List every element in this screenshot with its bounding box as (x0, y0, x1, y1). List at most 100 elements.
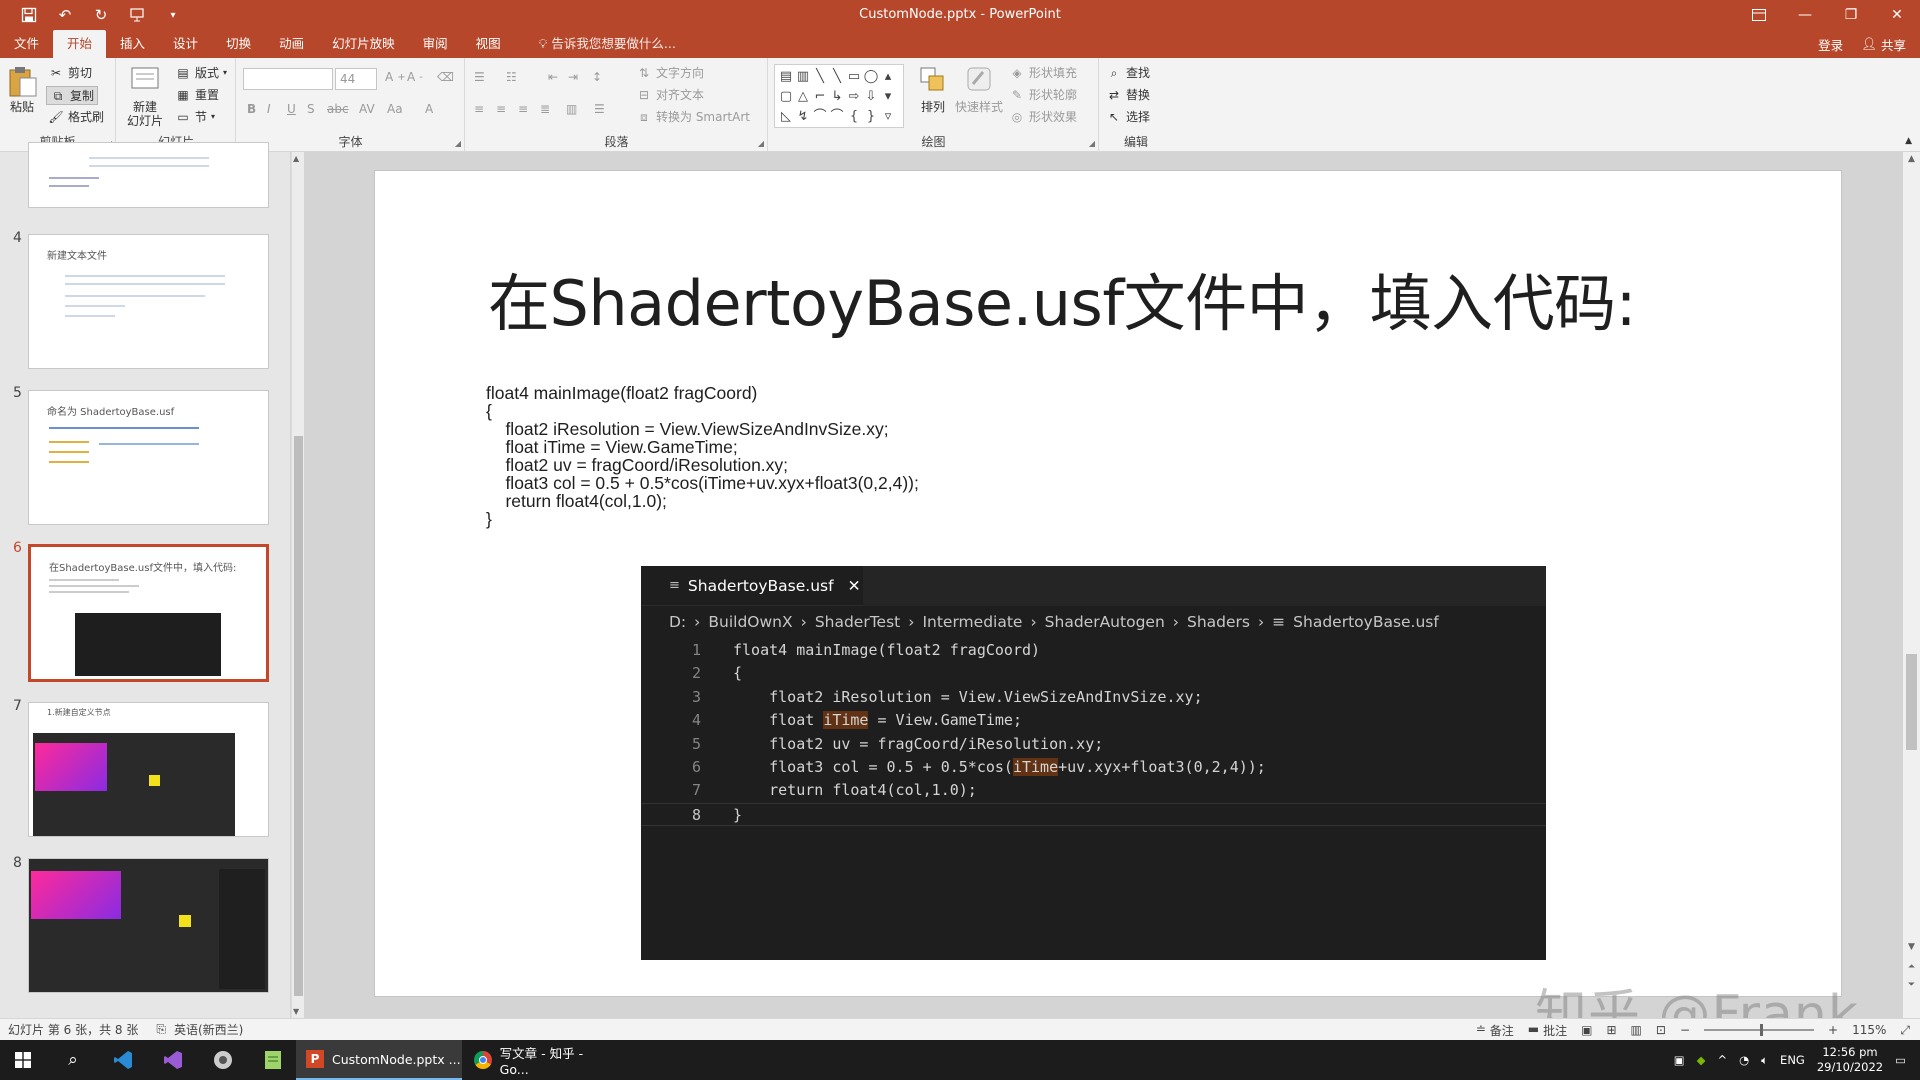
shrink-font-icon[interactable]: A- (407, 70, 423, 84)
line-icon[interactable]: ╲ (812, 67, 828, 87)
prev-slide-icon[interactable]: ⏶ (1903, 962, 1920, 972)
clear-format-icon[interactable]: ⌫ (437, 70, 454, 84)
slideshow-view-icon[interactable]: ⊡ (1656, 1023, 1666, 1037)
triangle-icon[interactable]: △ (795, 87, 811, 107)
zoom-slider[interactable] (1704, 1024, 1815, 1036)
align-left-icon[interactable]: ≡ (474, 102, 484, 116)
smartart-button[interactable]: ⧈ 转换为 SmartArt (636, 108, 750, 125)
volume-icon[interactable]: 🔈︎ (1761, 1053, 1768, 1068)
normal-view-icon[interactable]: ▣ (1581, 1023, 1592, 1037)
nvidia-icon[interactable]: ◆ (1697, 1053, 1706, 1067)
tab-design[interactable]: 设计 (159, 30, 212, 58)
dialog-launcher-icon[interactable]: ◢ (1089, 139, 1095, 148)
replace-button[interactable]: ⇄ 替换 (1106, 86, 1150, 103)
share-button[interactable]: 👤︎ 共享 (1861, 35, 1906, 54)
collapse-ribbon-icon[interactable]: ▲ (1905, 136, 1912, 146)
wifi-icon[interactable]: ◔ (1739, 1053, 1749, 1067)
clock[interactable]: 12:56 pm 29/10/2022 (1817, 1045, 1883, 1075)
columns2-icon[interactable]: ☰ (594, 102, 605, 116)
align-center-icon[interactable]: ≡ (496, 102, 506, 116)
tab-view[interactable]: 视图 (462, 30, 515, 58)
layout-button[interactable]: ▤ 版式 ▾ (175, 64, 227, 81)
brace-left-icon[interactable]: { (846, 107, 862, 127)
dialog-launcher-icon[interactable]: ◢ (758, 139, 764, 148)
slide-thumbnail-5[interactable]: 命名为 ShadertoyBase.usf (28, 390, 269, 525)
tray-app-icon[interactable]: ▣ (1674, 1053, 1685, 1067)
scroll-down-icon[interactable]: ▼ (1903, 942, 1920, 952)
bold-icon[interactable]: B (247, 102, 256, 116)
vtextbox-icon[interactable]: ▥ (795, 67, 811, 87)
notification-icon[interactable]: ▭ (1895, 1053, 1906, 1067)
slide-thumbnail-3[interactable] (28, 142, 269, 208)
reading-view-icon[interactable]: ▥ (1631, 1023, 1642, 1037)
shape-fill-button[interactable]: ◈ 形状填充 (1009, 64, 1077, 81)
slide-sorter-icon[interactable]: ⊞ (1606, 1023, 1616, 1037)
language-indicator[interactable]: 英语(新西兰) (174, 1021, 243, 1038)
shape-outline-button[interactable]: ✎ 形状轮廓 (1009, 86, 1077, 103)
fit-slide-icon[interactable]: ⤢ (1900, 1023, 1910, 1038)
shapes-gallery[interactable]: ▤ ▥ ╲ ╲ ▭ ◯ ▴ ▢ △ ⌐ ↳ ⇨ ⇩ ▾ ◺ ↯ ⌒ ⌒{} ▿ (774, 64, 904, 128)
tab-animations[interactable]: 动画 (265, 30, 318, 58)
strikethrough-icon[interactable]: abc (327, 102, 349, 116)
slide-thumbnail-7[interactable]: 1.新建自定义节点 (28, 702, 269, 837)
visual-studio-icon[interactable] (150, 1040, 196, 1080)
scroll-up-icon[interactable]: ▲ (293, 154, 299, 163)
tab-review[interactable]: 审阅 (409, 30, 462, 58)
search-icon[interactable]: ⌕ (50, 1040, 96, 1080)
change-case-icon[interactable]: Aa (387, 102, 403, 116)
connector-icon[interactable]: ↳ (829, 87, 845, 107)
notes-button[interactable]: ≐ 备注 (1476, 1022, 1514, 1039)
windows-start-icon[interactable] (0, 1040, 46, 1080)
elbow-icon[interactable]: ⌐ (812, 87, 828, 107)
arrange-button[interactable]: 排列 (917, 64, 949, 114)
align-text-button[interactable]: ⊟ 对齐文本 (636, 86, 704, 103)
align-right-icon[interactable]: ≡ (518, 102, 528, 116)
quick-styles-button[interactable]: 快速样式 (955, 64, 1003, 114)
paste-button[interactable]: 粘贴 (6, 64, 38, 114)
next-slide-icon[interactable]: ⏷ (1903, 980, 1920, 990)
format-painter-button[interactable]: 🖌︎ 格式刷 (48, 108, 104, 125)
curve-icon[interactable]: ↯ (795, 107, 811, 127)
vscode-icon[interactable] (100, 1040, 146, 1080)
cut-button[interactable]: ✂ 剪切 (48, 64, 92, 81)
tab-slideshow[interactable]: 幻灯片放映 (318, 30, 409, 58)
decrease-indent-icon[interactable]: ⇤ (548, 70, 558, 84)
font-name-box[interactable] (243, 68, 333, 90)
redo-icon[interactable]: ↻ (84, 0, 118, 30)
tab-home[interactable]: 开始 (53, 30, 107, 58)
chevron-up-icon[interactable]: ^ (1717, 1053, 1727, 1067)
grow-font-icon[interactable]: A + (385, 70, 406, 84)
numbering-icon[interactable]: ☷ (506, 70, 517, 84)
spellcheck-icon[interactable]: ⎘ (156, 1022, 166, 1037)
scrollbar-thumb[interactable] (294, 436, 303, 996)
slide-thumbnail-8[interactable] (28, 858, 269, 993)
scroll-down-icon[interactable]: ▼ (293, 1007, 299, 1016)
app-icon[interactable] (200, 1040, 246, 1080)
select-button[interactable]: ↖ 选择 (1106, 108, 1150, 125)
arc2-icon[interactable]: ⌒ (829, 107, 845, 127)
close-icon[interactable]: ✕ (1874, 0, 1920, 30)
expand-icon[interactable]: ▿ (880, 107, 896, 127)
freeform-icon[interactable]: ◺ (778, 107, 794, 127)
restore-icon[interactable]: ❐ (1828, 0, 1874, 30)
shape-effects-button[interactable]: ◎ 形状效果 (1009, 108, 1077, 125)
slide-thumbnail-4[interactable]: 新建文本文件 (28, 234, 269, 369)
chevron-down-icon[interactable]: ▾ (156, 0, 190, 30)
columns-icon[interactable]: ▥ (566, 102, 577, 116)
tab-insert[interactable]: 插入 (106, 30, 159, 58)
minimize-icon[interactable]: — (1782, 0, 1828, 30)
scroll-up-icon[interactable]: ▲ (1903, 154, 1920, 164)
editor-screenshot[interactable]: ≡ ShadertoyBase.usf ✕ D: › BuildOwnX › S… (641, 566, 1546, 960)
more-icon[interactable]: ▴ (880, 67, 896, 87)
slide-code-text[interactable]: float4 mainImage(float2 fragCoord) { flo… (486, 384, 919, 528)
zoom-level[interactable]: 115% (1852, 1023, 1886, 1037)
justify-icon[interactable]: ≣ (540, 102, 550, 116)
italic-icon[interactable]: I (267, 102, 271, 116)
copy-button[interactable]: ⧉ 复制 (46, 86, 99, 105)
tab-file[interactable]: 文件 (0, 30, 53, 58)
arrow-right-icon[interactable]: ⇨ (846, 87, 862, 107)
increase-indent-icon[interactable]: ⇥ (568, 70, 578, 84)
zoom-in-icon[interactable]: + (1828, 1023, 1838, 1037)
notepad-icon[interactable] (250, 1040, 296, 1080)
comments-button[interactable]: ▬ 批注 (1528, 1022, 1567, 1039)
